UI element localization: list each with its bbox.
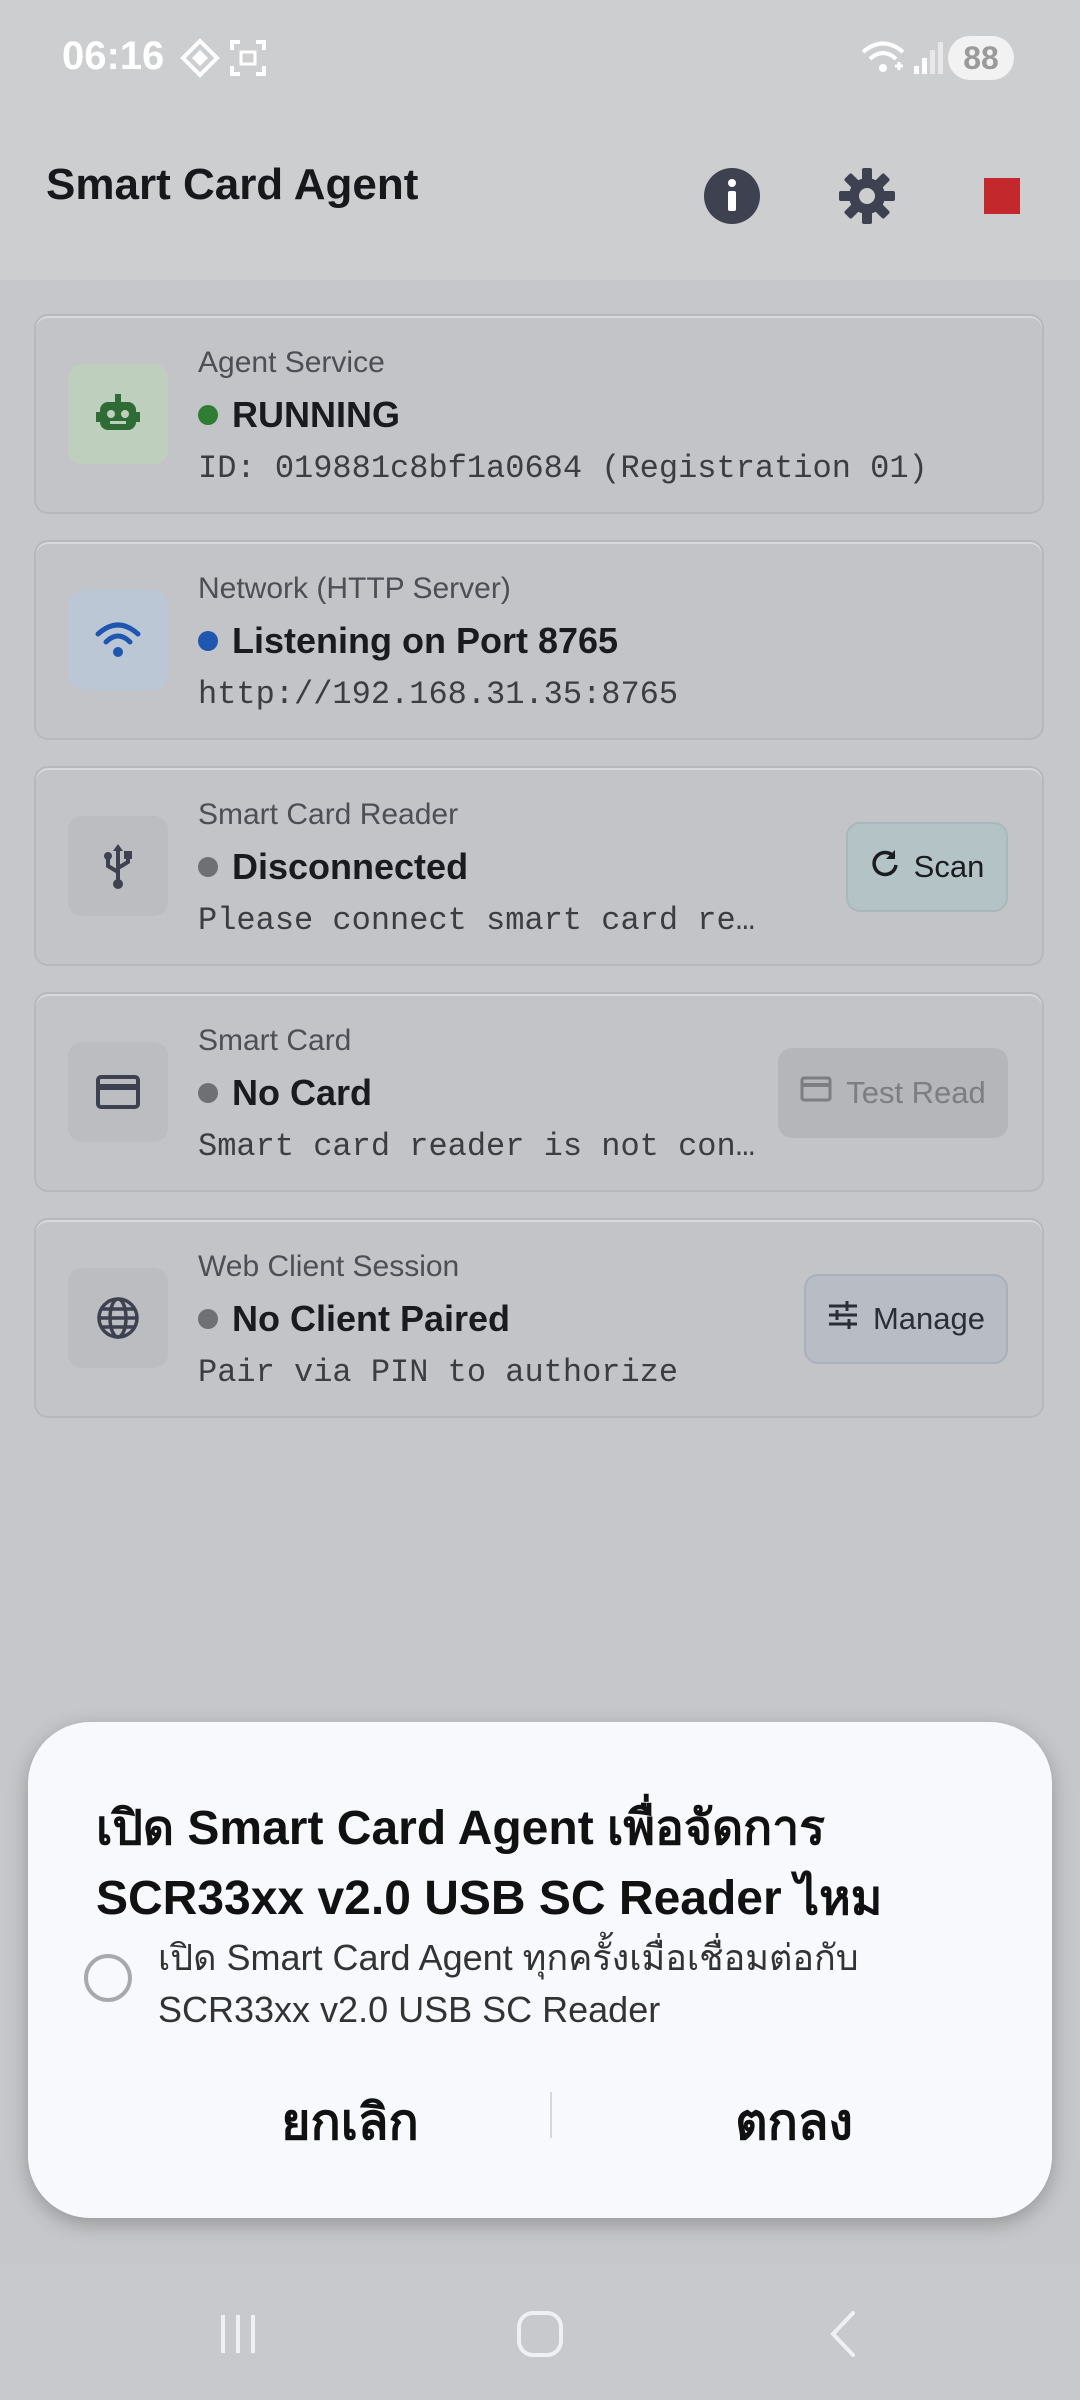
card-subtitle: Pair via PIN to authorize [198, 1354, 679, 1391]
status-value: Disconnected [232, 846, 469, 887]
button-divider [550, 2092, 552, 2138]
app-bar: Smart Card Agent [0, 120, 1080, 280]
status-text: No Client Paired [198, 1298, 510, 1340]
status-dot [198, 857, 218, 877]
card-subtitle: Smart card reader is not con… [198, 1128, 755, 1165]
robot-icon [68, 364, 168, 464]
dialog-title: เปิด Smart Card Agent เพื่อจัดการ SCR33x… [96, 1802, 883, 1925]
status-dot [198, 631, 218, 651]
scan-button[interactable]: Scan [846, 822, 1008, 912]
usb-icon [68, 816, 168, 916]
signal-icon [912, 38, 946, 83]
scan-button-label: Scan [913, 849, 985, 884]
notification-diamond-icon [180, 38, 220, 83]
status-text: Disconnected [198, 846, 468, 888]
status-text: Listening on Port 8765 [198, 620, 618, 662]
ok-button[interactable]: ตกลง [594, 2072, 994, 2172]
screenshot-icon [228, 38, 268, 83]
home-button[interactable] [500, 2306, 580, 2366]
agent-service-card: Agent Service RUNNING ID: 019881c8bf1a06… [34, 314, 1044, 514]
back-icon [819, 2309, 869, 2364]
status-dot [198, 1309, 218, 1329]
smart-card-card: Smart Card No Card Smart card reader is … [34, 992, 1044, 1192]
card-subtitle: http://192.168.31.35:8765 [198, 676, 679, 713]
web-client-session-card: Web Client Session No Client Paired Pair… [34, 1218, 1044, 1418]
page-title: Smart Card Agent [46, 160, 419, 209]
wifi-icon [68, 590, 168, 690]
always-open-label[interactable]: เปิด Smart Card Agent ทุกครั้งเมื่อเชื่อ… [158, 1932, 1018, 2036]
card-label: Web Client Session [198, 1250, 460, 1283]
wifi-icon [860, 38, 906, 83]
recent-apps-button[interactable] [198, 2306, 278, 2366]
back-button[interactable] [804, 2306, 884, 2366]
test-read-button[interactable]: Test Read [778, 1048, 1008, 1138]
credit-card-icon [68, 1042, 168, 1142]
info-button[interactable] [692, 158, 772, 238]
status-value: No Card [232, 1072, 373, 1113]
globe-icon [68, 1268, 168, 1368]
always-open-checkbox[interactable] [84, 1954, 132, 2002]
card-label: Smart Card Reader [198, 798, 459, 831]
manage-button-label: Manage [872, 1301, 986, 1336]
card-subtitle: Please connect smart card reader [198, 902, 768, 939]
card-label: Network (HTTP Server) [198, 572, 511, 605]
status-time: 06:16 [62, 34, 165, 78]
status-dot [198, 405, 218, 425]
status-dot [198, 1083, 218, 1103]
info-icon [702, 166, 762, 231]
card-label: Agent Service [198, 346, 385, 379]
battery-level: 88 [948, 36, 1014, 80]
settings-button[interactable] [827, 158, 907, 238]
home-icon [515, 2309, 565, 2364]
network-card: Network (HTTP Server) Listening on Port … [34, 540, 1044, 740]
test-read-button-label: Test Read [846, 1075, 986, 1110]
status-value: RUNNING [232, 394, 400, 435]
status-text: No Card [198, 1072, 372, 1114]
card-icon [800, 1075, 832, 1111]
settings-icon [837, 166, 897, 231]
manage-button[interactable]: Manage [804, 1274, 1008, 1364]
card-label: Smart Card [198, 1024, 352, 1057]
status-value: No Client Paired [232, 1298, 511, 1339]
card-subtitle: ID: 019881c8bf1a0684 (Registration 01) [198, 450, 928, 487]
recent-apps-icon [213, 2309, 263, 2364]
refresh-icon [870, 848, 900, 886]
stop-icon [982, 176, 1022, 221]
stop-service-button[interactable] [962, 158, 1042, 238]
status-value: Listening on Port 8765 [232, 620, 619, 661]
smart-card-reader-card: Smart Card Reader Disconnected Please co… [34, 766, 1044, 966]
sliders-icon [827, 1300, 859, 1338]
status-text: RUNNING [198, 394, 400, 436]
status-bar: 06:16 88 [0, 0, 1080, 120]
usb-permission-dialog: เปิด Smart Card Agent เพื่อจัดการ SCR33x… [28, 1722, 1052, 2218]
cancel-button[interactable]: ยกเลิก [150, 2072, 550, 2172]
navigation-bar [0, 2264, 1080, 2400]
